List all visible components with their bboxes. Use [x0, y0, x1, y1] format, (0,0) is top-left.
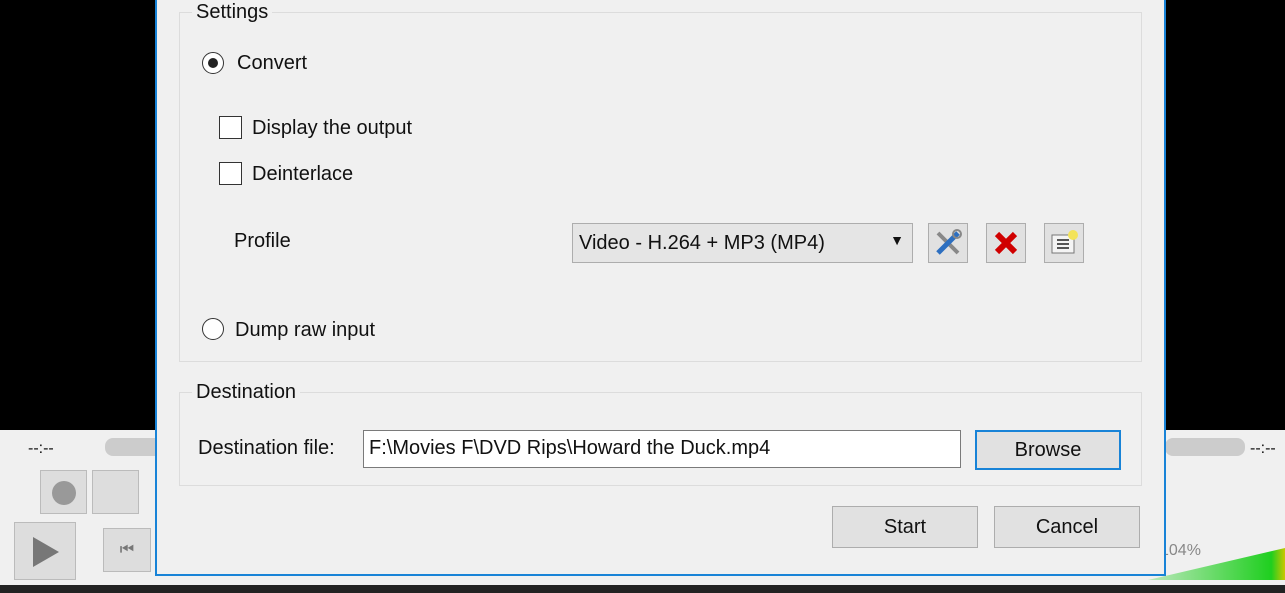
profile-select[interactable]: Video - H.264 + MP3 (MP4) ▼	[572, 223, 913, 263]
display-output-checkbox[interactable]	[219, 116, 242, 139]
play-button[interactable]	[14, 522, 76, 580]
display-output-label: Display the output	[252, 117, 413, 139]
delete-profile-button[interactable]	[986, 223, 1026, 263]
start-button[interactable]: Start	[832, 506, 978, 548]
new-profile-icon	[1051, 230, 1078, 254]
destination-group: Destination Destination file: F:\Movies …	[179, 381, 1142, 486]
deinterlace-checkbox[interactable]	[219, 162, 242, 185]
dump-raw-label: Dump raw input	[235, 319, 376, 341]
profile-value: Video - H.264 + MP3 (MP4)	[579, 232, 825, 254]
cancel-button[interactable]: Cancel	[994, 506, 1140, 548]
record-button[interactable]	[40, 470, 87, 514]
destination-file-input[interactable]: F:\Movies F\DVD Rips\Howard the Duck.mp4	[363, 430, 961, 468]
wrench-screwdriver-icon	[936, 229, 962, 255]
new-profile-button[interactable]	[1044, 223, 1084, 263]
destination-title: Destination	[192, 381, 301, 404]
dump-raw-radio[interactable]	[202, 318, 224, 340]
snapshot-button[interactable]	[92, 470, 139, 514]
settings-title: Settings	[192, 1, 273, 24]
chevron-down-icon: ▼	[890, 232, 904, 248]
taskbar-edge	[0, 585, 1285, 593]
volume-percent: 104%	[1160, 542, 1201, 559]
red-x-icon	[994, 231, 1018, 255]
seek-bar-right[interactable]	[1165, 438, 1245, 456]
deinterlace-label: Deinterlace	[252, 163, 354, 185]
convert-label: Convert	[237, 52, 308, 74]
destination-file-label: Destination file:	[198, 437, 335, 459]
edit-profile-button[interactable]	[928, 223, 968, 263]
convert-dialog: Settings Convert Display the output Dein…	[155, 0, 1166, 576]
profile-label: Profile	[234, 230, 291, 252]
elapsed-time: --:--	[28, 440, 54, 457]
previous-button[interactable]: ⏮	[103, 528, 151, 572]
convert-radio[interactable]	[202, 52, 224, 74]
browse-button[interactable]: Browse	[975, 430, 1121, 470]
settings-group: Settings Convert Display the output Dein…	[179, 1, 1142, 362]
remaining-time: --:--	[1250, 440, 1276, 457]
